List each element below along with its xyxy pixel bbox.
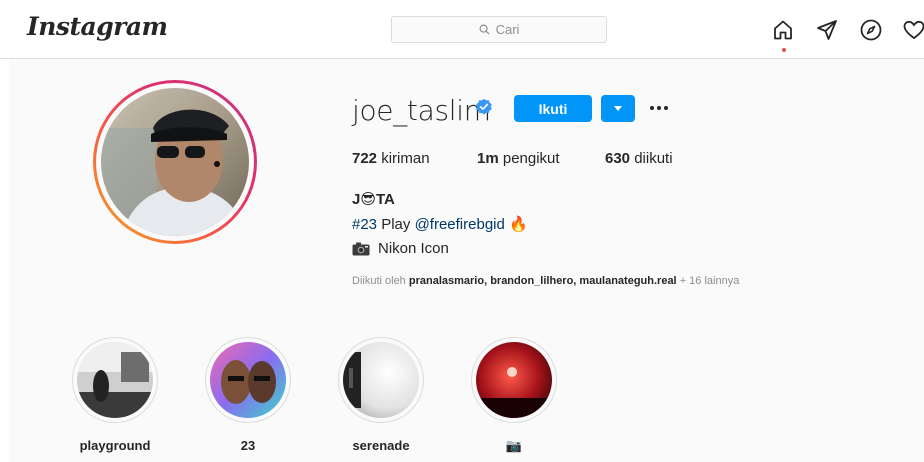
story-highlight[interactable]: 23: [205, 337, 291, 453]
follow-button[interactable]: Ikuti: [514, 95, 592, 122]
highlight-label: 23: [240, 438, 256, 453]
home-active-indicator: [782, 48, 786, 52]
story-highlight[interactable]: serenade: [338, 337, 424, 453]
highlight-cover: [77, 342, 153, 418]
bio-full-name: J😎TA: [352, 191, 395, 208]
bio-line: #23 Play @freefirebgid 🔥: [352, 216, 528, 233]
bio-line: Nikon Icon: [352, 240, 449, 257]
sunglasses-emoji-icon: 😎: [360, 191, 376, 208]
top-navigation-bar: Instagram Cari: [0, 0, 924, 59]
left-strip: [0, 59, 9, 462]
story-highlight[interactable]: playground: [72, 337, 158, 453]
home-icon[interactable]: [771, 18, 795, 42]
followers-count[interactable]: 1m pengikut: [477, 150, 560, 167]
suggestions-dropdown-button[interactable]: [601, 95, 635, 122]
following-count[interactable]: 630 diikuti: [605, 150, 673, 167]
highlight-cover: [210, 342, 286, 418]
activity-heart-icon[interactable]: [902, 18, 924, 42]
highlight-cover: [343, 342, 419, 418]
more-options-icon[interactable]: [650, 100, 672, 116]
explore-compass-icon[interactable]: [859, 18, 883, 42]
direct-message-icon[interactable]: [815, 18, 839, 42]
search-placeholder: Cari: [495, 22, 520, 37]
instagram-logo[interactable]: Instagram: [27, 12, 168, 41]
search-input[interactable]: Cari: [391, 16, 607, 43]
highlight-cover: [476, 342, 552, 418]
search-icon: [479, 24, 490, 35]
profile-username: joe_taslim: [352, 94, 491, 127]
mention-link[interactable]: @freefirebgid: [415, 216, 505, 233]
chevron-down-icon: [614, 106, 622, 111]
verified-badge-icon: [476, 98, 492, 115]
camera-icon: [352, 242, 370, 255]
hashtag-link[interactable]: #23: [352, 216, 377, 233]
story-highlight[interactable]: 📷: [471, 337, 557, 454]
highlight-label: serenade: [352, 438, 410, 453]
followed-by-summary[interactable]: Diikuti oleh pranalasmario, brandon_lilh…: [352, 275, 739, 287]
profile-photo: [101, 88, 249, 236]
fire-emoji-icon: 🔥: [509, 216, 528, 233]
highlight-label: 📷: [505, 438, 523, 453]
posts-count: 722 kiriman: [352, 150, 430, 167]
highlight-label: playground: [79, 438, 151, 453]
profile-avatar[interactable]: [93, 80, 257, 244]
